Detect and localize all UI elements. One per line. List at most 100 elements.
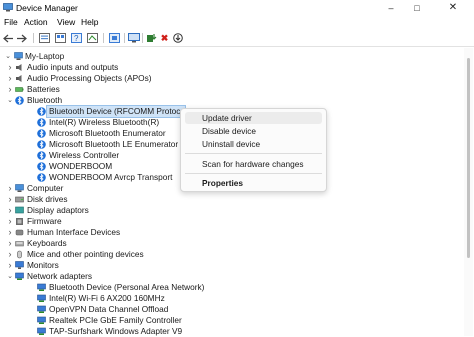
- context-update-driver[interactable]: Update driver: [202, 113, 252, 123]
- view-icon[interactable]: [54, 32, 67, 44]
- chevron-right-icon[interactable]: ›: [6, 260, 14, 271]
- tree-device-microsoft-bluetooth-enumerator[interactable]: Microsoft Bluetooth Enumerator: [0, 128, 180, 139]
- tree-item-label: Bluetooth Device (Personal Area Network): [49, 282, 205, 292]
- tree-category-firmware[interactable]: › Firmware: [0, 216, 180, 227]
- tree-category-computer[interactable]: › Computer: [0, 183, 180, 194]
- help-icon[interactable]: ?: [70, 32, 83, 44]
- menu-file[interactable]: File: [4, 17, 18, 27]
- uninstall-icon[interactable]: ✖: [158, 32, 171, 44]
- tree-device-microsoft-bluetooth-le-enumerator[interactable]: Microsoft Bluetooth LE Enumerator: [0, 139, 180, 150]
- bluetooth-icon: [37, 118, 46, 127]
- tree-device-intel-r-wireless-bluetooth-r[interactable]: Intel(R) Wireless Bluetooth(R): [0, 117, 180, 128]
- network-icon: [37, 316, 46, 324]
- minimize-button[interactable]: –: [380, 0, 402, 16]
- network-icon: [37, 294, 46, 302]
- tree-category-mice-and-other-pointing-devices[interactable]: › Mice and other pointing devices: [0, 249, 180, 260]
- bluetooth-icon: [37, 173, 46, 182]
- bluetooth-icon: [15, 96, 24, 105]
- bluetooth-icon: [37, 107, 46, 116]
- driver-icon[interactable]: [108, 32, 121, 44]
- toolbar-separator: [33, 33, 34, 43]
- chevron-down-icon[interactable]: ⌄: [4, 51, 12, 62]
- vertical-scrollbar[interactable]: [464, 48, 473, 336]
- tree-category-human-interface-devices[interactable]: › Human Interface Devices: [0, 227, 180, 238]
- tree-item-label: Monitors: [27, 260, 59, 270]
- chevron-right-icon[interactable]: ›: [6, 194, 14, 205]
- chevron-right-icon[interactable]: ›: [6, 183, 14, 194]
- tree-device-bluetooth-device-rfcomm-protocol-tdi[interactable]: Bluetooth Device (RFCOMM Protocol TDI): [0, 105, 205, 118]
- chevron-right-icon[interactable]: ›: [6, 62, 14, 73]
- chevron-right-icon[interactable]: ›: [6, 216, 14, 227]
- chevron-down-icon[interactable]: ⌄: [6, 271, 14, 282]
- chevron-right-icon[interactable]: ›: [6, 84, 14, 95]
- tree-device-bluetooth-device-personal-area-network[interactable]: Bluetooth Device (Personal Area Network): [0, 282, 204, 293]
- context-menu: Update driver Disable device Uninstall d…: [180, 108, 327, 192]
- tree-category-network-adapters[interactable]: ⌄ Network adapters: [0, 271, 180, 282]
- chevron-right-icon[interactable]: ›: [6, 227, 14, 238]
- tree-category-monitors[interactable]: › Monitors: [0, 260, 180, 271]
- context-disable-device[interactable]: Disable device: [202, 126, 256, 136]
- tree-category-audio-processing-objects-apos[interactable]: › Audio Processing Objects (APOs): [0, 73, 180, 84]
- tree-item-label: Keyboards: [27, 238, 67, 248]
- menu-view[interactable]: View: [57, 17, 75, 27]
- scan-icon[interactable]: [127, 32, 140, 44]
- tree-item-label: Intel(R) Wireless Bluetooth(R): [49, 117, 160, 127]
- tree-item-label: Audio inputs and outputs: [27, 62, 119, 72]
- properties-icon[interactable]: [38, 32, 51, 44]
- menu-help[interactable]: Help: [81, 17, 98, 27]
- tree-item-label: Mice and other pointing devices: [27, 249, 144, 259]
- close-button[interactable]: ✕: [442, 0, 464, 16]
- menu-action[interactable]: Action: [24, 17, 48, 27]
- scrollbar-thumb[interactable]: [467, 58, 470, 258]
- tree-item-label: Intel(R) Wi-Fi 6 AX200 160MHz: [49, 293, 165, 303]
- update-driver-icon[interactable]: [145, 32, 158, 44]
- tree-item-label: Audio Processing Objects (APOs): [27, 73, 152, 83]
- chevron-right-icon[interactable]: ›: [6, 238, 14, 249]
- maximize-button[interactable]: □: [406, 0, 428, 16]
- tree-device-realtek-pcie-gbe-family-controller[interactable]: Realtek PCIe GbE Family Controller: [0, 315, 182, 326]
- tree-item-label: WONDERBOOM Avrcp Transport: [49, 172, 173, 182]
- context-scan-hardware[interactable]: Scan for hardware changes: [202, 159, 303, 169]
- context-uninstall-device[interactable]: Uninstall device: [202, 139, 260, 149]
- chevron-down-icon[interactable]: ⌄: [6, 95, 14, 106]
- back-icon[interactable]: [2, 32, 15, 44]
- tree-category-disk-drives[interactable]: › Disk drives: [0, 194, 180, 205]
- tree-category-audio-inputs-and-outputs[interactable]: › Audio inputs and outputs: [0, 62, 180, 73]
- window-title: Device Manager: [16, 3, 78, 13]
- monitor-icon: [15, 261, 24, 269]
- tree-item-label: Disk drives: [27, 194, 68, 204]
- tree-device-wonderboom-avrcp-transport[interactable]: WONDERBOOM Avrcp Transport: [0, 172, 180, 183]
- tree-item-label: Human Interface Devices: [27, 227, 121, 237]
- tree-device-intel-r-wi-fi-6-ax200-160mhz[interactable]: Intel(R) Wi-Fi 6 AX200 160MHz: [0, 293, 180, 304]
- toolbar-separator: [124, 33, 125, 43]
- tree-root[interactable]: ⌄ My-Laptop: [0, 51, 300, 62]
- tree-item-label: Network adapters: [27, 271, 93, 281]
- tree-item-label: WONDERBOOM: [49, 161, 113, 171]
- tree-device-wonderboom[interactable]: WONDERBOOM: [0, 161, 180, 172]
- tree-device-tap-surfshark-windows-adapter-v9[interactable]: TAP-Surfshark Windows Adapter V9: [0, 326, 182, 337]
- tree-item-label: OpenVPN Data Channel Offload: [49, 304, 169, 314]
- battery-icon: [15, 87, 24, 92]
- network-icon: [37, 283, 46, 291]
- chevron-right-icon[interactable]: ›: [6, 73, 14, 84]
- chevron-right-icon[interactable]: ›: [6, 205, 14, 216]
- forward-icon[interactable]: [15, 32, 28, 44]
- tree-item-label: Microsoft Bluetooth LE Enumerator: [49, 139, 179, 149]
- tree-category-keyboards[interactable]: › Keyboards: [0, 238, 180, 249]
- context-properties[interactable]: Properties: [202, 178, 243, 188]
- tree-item-label: Wireless Controller: [49, 150, 120, 160]
- network-icon: [37, 305, 46, 313]
- tree-category-display-adaptors[interactable]: › Display adaptors: [0, 205, 180, 216]
- toolbar-separator: [103, 33, 104, 43]
- resources-icon[interactable]: [86, 32, 99, 44]
- chevron-right-icon[interactable]: ›: [6, 249, 14, 260]
- tree-device-wireless-controller[interactable]: Wireless Controller: [0, 150, 180, 161]
- tree-category-batteries[interactable]: › Batteries: [0, 84, 180, 95]
- download-icon[interactable]: [171, 32, 184, 44]
- tree-root-label: My-Laptop: [25, 51, 65, 61]
- bluetooth-icon: [37, 129, 46, 138]
- keyboard-icon: [15, 241, 24, 247]
- hid-icon: [15, 229, 24, 236]
- context-menu-separator: [185, 153, 322, 154]
- tree-device-openvpn-data-channel-offload[interactable]: OpenVPN Data Channel Offload: [0, 304, 180, 315]
